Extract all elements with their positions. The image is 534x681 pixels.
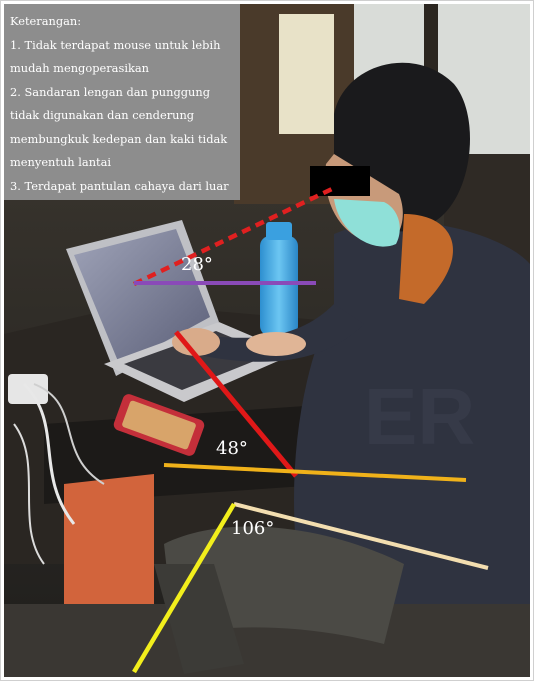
caption-line: membungkuk kedepan dan kaki tidak (10, 131, 228, 146)
trunk-angle-label: 48° (216, 438, 248, 459)
caption-box: Keterangan: 1. Tidak terdapat mouse untu… (4, 4, 240, 200)
water-bottle (260, 236, 298, 336)
neck-angle-label: 28° (181, 254, 213, 275)
knee-angle-label: 106° (231, 518, 275, 539)
caption-line: 3. Terdapat pantulan cahaya dari luar (10, 178, 229, 193)
caption-line: menyentuh lantai (10, 155, 112, 169)
svg-text:ER: ER (364, 372, 475, 461)
caption-line: mudah mengoperasikan (10, 61, 149, 75)
poster (279, 14, 334, 134)
face-blur (310, 166, 370, 196)
caption-line: tidak digunakan dan cenderung (10, 108, 195, 122)
caption-title: Keterangan: (10, 14, 82, 28)
caption-line: 1. Tidak terdapat mouse untuk lebih (10, 37, 221, 52)
caption-line: 2. Sandaran lengan dan punggung (10, 84, 211, 99)
hand-right (246, 332, 306, 356)
